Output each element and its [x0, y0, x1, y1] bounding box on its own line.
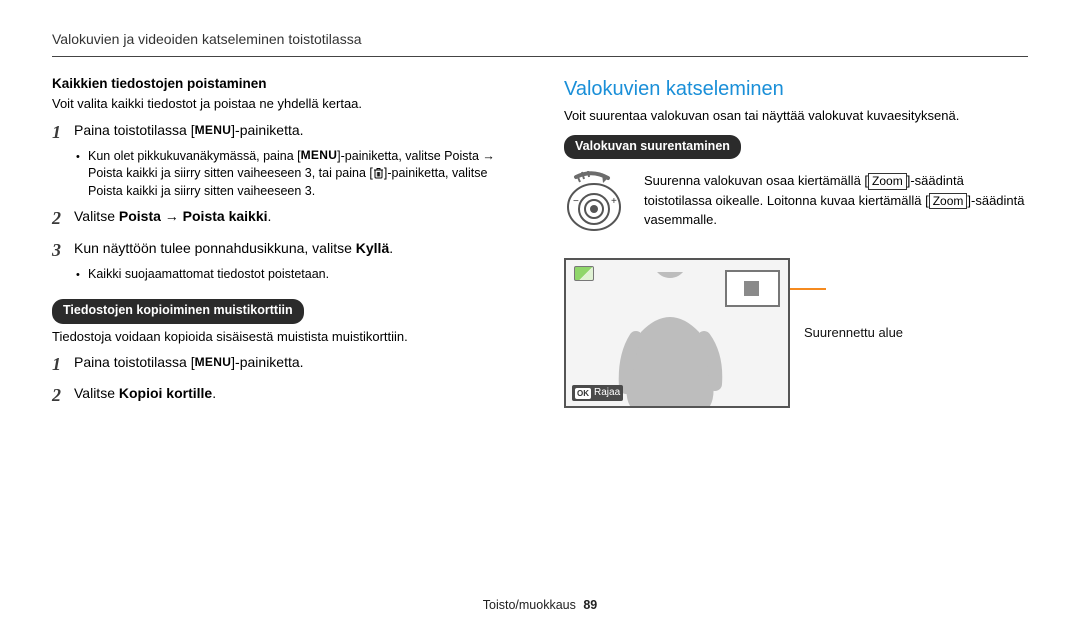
callout-line — [790, 288, 826, 290]
step-number: 3 — [52, 238, 74, 263]
step-number: 1 — [52, 120, 74, 145]
step-1: 1 Paina toistotilassa [MENU]-painiketta. — [52, 120, 516, 145]
zoom-text-a-pre: Suurenna valokuvan osaa kiertämällä [ — [644, 173, 868, 188]
svg-text:−: − — [573, 196, 579, 207]
right-column: Valokuvien katseleminen Voit suurentaa v… — [564, 75, 1028, 411]
copy-step-1: 1 Paina toistotilassa [MENU]-painiketta. — [52, 352, 516, 377]
menu-icon: MENU — [301, 148, 338, 162]
heading-delete-all: Kaikkien tiedostojen poistaminen — [52, 75, 516, 94]
menu-icon: MENU — [195, 355, 232, 369]
photo-thumbnail-icon — [574, 266, 594, 281]
zoom-navigator — [725, 270, 780, 307]
step-3: 3 Kun näyttöön tulee ponnahdusikkuna, va… — [52, 238, 516, 263]
step1-text-pre: Paina toistotilassa [ — [74, 122, 195, 138]
step1-bullet-c-bold: Poista kaikki — [88, 184, 157, 198]
copy-step2-post: . — [212, 385, 216, 401]
step3-pre: Kun näyttöön tulee ponnahdusikkuna, vali… — [74, 240, 356, 256]
zoom-boxed-label: Zoom — [868, 173, 907, 189]
step1-bullet-a-mid: ]-painiketta, valitse — [337, 149, 444, 163]
view-intro: Voit suurentaa valokuvan osan tai näyttä… — [564, 107, 1028, 125]
heading-copy-to-card: Tiedostojen kopioiminen muistikorttiin — [52, 299, 304, 324]
zoom-preview-row: OK Rajaa Suurennettu alue — [564, 258, 1028, 408]
step2-bold1: Poista — [119, 208, 161, 224]
step1-bullet-a-poista: Poista — [444, 149, 479, 163]
step1-bullet-a-pre: Kun olet pikkukuvanäkymässä, paina [ — [88, 149, 301, 163]
crop-button-label: OK Rajaa — [572, 385, 623, 401]
zoom-navigator-indicator — [744, 281, 759, 296]
step3-bullet-text: Kaikki suojaamattomat tiedostot poisteta… — [88, 266, 329, 284]
step3-bold: Kyllä — [356, 240, 389, 256]
left-column: Kaikkien tiedostojen poistaminen Voit va… — [52, 75, 516, 411]
step1-bullet-b-mid: ja siirry sitten vaiheeseen 3, tai paina… — [157, 166, 372, 180]
copy-step2-pre: Valitse — [74, 385, 119, 401]
heading-enlarge-photo: Valokuvan suurentaminen — [564, 135, 741, 160]
zoom-knob-icon: − + — [564, 171, 630, 240]
step1-bullet-c-post: ja siirry sitten vaiheeseen 3. — [157, 184, 315, 198]
step1-bullets: Kun olet pikkukuvanäkymässä, paina [MENU… — [76, 148, 516, 201]
bullet-dot — [76, 266, 88, 284]
step1-text-post: ]-painiketta. — [231, 122, 303, 138]
copy-intro: Tiedostoja voidaan kopioida sisäisestä m… — [52, 328, 516, 346]
step1-bullet-b-bold: Poista kaikki — [88, 166, 157, 180]
header-rule — [52, 56, 1028, 57]
delete-all-intro: Voit valita kaikki tiedostot ja poistaa … — [52, 95, 516, 113]
step-number: 2 — [52, 206, 74, 231]
step1-bullet-b-post: ]-painiketta, valitse — [384, 166, 488, 180]
page-number: 89 — [583, 598, 597, 612]
breadcrumb: Valokuvien ja videoiden katseleminen toi… — [52, 30, 1028, 50]
menu-icon: MENU — [195, 123, 232, 137]
footer-section: Toisto/muokkaus — [483, 598, 576, 612]
copy-step-2: 2 Valitse Kopioi kortille. — [52, 383, 516, 408]
trash-icon — [373, 166, 384, 180]
arrow-right-icon: → — [479, 149, 495, 163]
callout-enlarged-area: Suurennettu alue — [804, 324, 903, 342]
copy-step1-pre: Paina toistotilassa [ — [74, 354, 195, 370]
svg-text:+: + — [611, 196, 617, 207]
zoom-instruction: − + Suurenna valokuvan osaa kiertämällä … — [564, 171, 1028, 240]
arrow-right-icon: → — [161, 208, 183, 224]
photo-silhouette — [618, 272, 723, 406]
ok-icon: OK — [575, 388, 591, 399]
step2-post: . — [268, 208, 272, 224]
step-2: 2 Valitse Poista → Poista kaikki. — [52, 206, 516, 231]
step2-pre: Valitse — [74, 208, 119, 224]
step2-bold2: Poista kaikki — [183, 208, 268, 224]
heading-view-photos: Valokuvien katseleminen — [564, 75, 1028, 103]
camera-screen-preview: OK Rajaa — [564, 258, 790, 408]
rajaa-text: Rajaa — [594, 386, 620, 400]
zoom-boxed-label: Zoom — [929, 193, 968, 209]
step3-post: . — [389, 240, 393, 256]
copy-step2-bold: Kopioi kortille — [119, 385, 212, 401]
step-number: 2 — [52, 383, 74, 408]
step-number: 1 — [52, 352, 74, 377]
copy-step1-post: ]-painiketta. — [231, 354, 303, 370]
footer: Toisto/muokkaus 89 — [0, 597, 1080, 615]
bullet-dot — [76, 148, 88, 166]
step3-bullets: Kaikki suojaamattomat tiedostot poisteta… — [76, 266, 516, 284]
